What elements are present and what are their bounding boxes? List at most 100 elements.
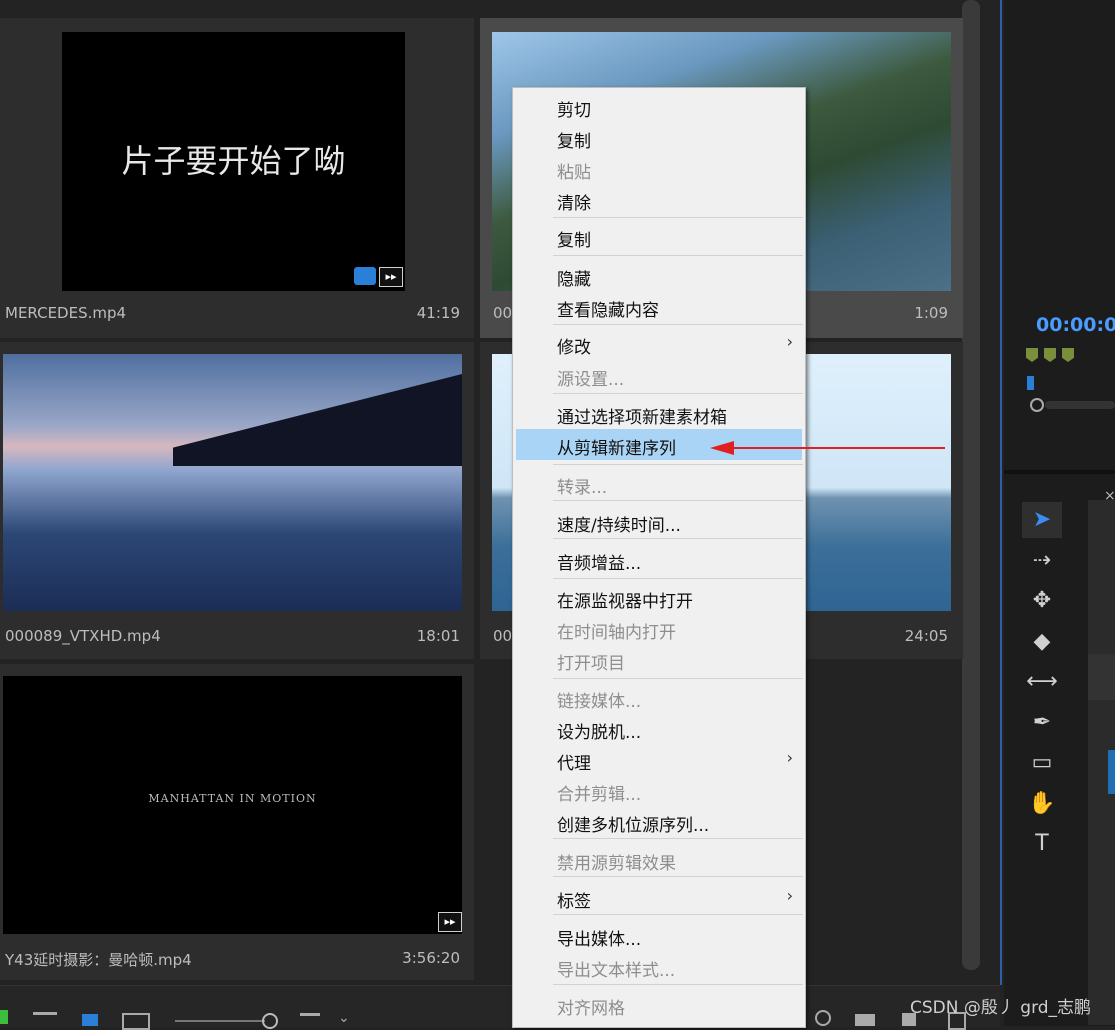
- hand-icon[interactable]: ✋: [1024, 787, 1060, 821]
- menu-separator: [553, 876, 803, 877]
- menu-separator: [553, 500, 803, 501]
- menu-separator: [553, 393, 803, 394]
- menu-item-25[interactable]: 导出媒体...: [513, 920, 805, 951]
- menu-item-label: 速度/持续时间...: [557, 516, 681, 536]
- clip-name: 000089_VTXHD.mp4: [5, 627, 161, 645]
- menu-item-19[interactable]: 设为脱机...: [513, 713, 805, 744]
- menu-item-label: 复制: [557, 231, 591, 251]
- scrubber-bar[interactable]: [1045, 401, 1115, 409]
- clip-thumbnail: MANHATTAN IN MOTION ▸▸: [3, 676, 462, 934]
- menu-item-7[interactable]: 查看隐藏内容: [513, 291, 805, 322]
- clip-name: MERCEDES.mp4: [5, 304, 127, 322]
- menu-item-label: 导出文本样式...: [557, 961, 676, 981]
- chevron-right-icon: ›: [786, 332, 793, 351]
- project-panel: 片子要开始了呦 ▸▸ MERCEDES.mp4 41:19 00 1:09 00…: [0, 0, 980, 985]
- menu-separator: [553, 538, 803, 539]
- rectangle-icon[interactable]: ▭: [1024, 746, 1060, 780]
- menu-item-8[interactable]: 修改 ›: [513, 328, 805, 359]
- clip-name: Y43延时摄影：曼哈顿.mp4: [5, 951, 192, 969]
- scrollbar[interactable]: [962, 0, 980, 970]
- menu-item-label: 创建多机位源序列...: [557, 816, 710, 836]
- menu-separator: [553, 324, 803, 325]
- menu-item-label: 复制: [557, 132, 591, 152]
- menu-item-22[interactable]: 创建多机位源序列...: [513, 806, 805, 837]
- clip-duration: 1:09: [914, 304, 948, 322]
- menu-item-label: 合并剪辑...: [557, 785, 642, 805]
- menu-item-label: 对齐网格: [557, 999, 625, 1019]
- menu-item-label: 通过选择项新建素材箱: [557, 408, 727, 428]
- razor-icon[interactable]: ◆: [1024, 625, 1060, 659]
- menu-item-1[interactable]: 剪切: [513, 91, 805, 122]
- ripple-edit-icon[interactable]: ✥: [1024, 584, 1060, 618]
- pen-icon[interactable]: ✒: [1024, 706, 1060, 740]
- menu-item-label: 打开项目: [557, 654, 625, 674]
- clip-tile-mercedes[interactable]: 片子要开始了呦 ▸▸ MERCEDES.mp4 41:19: [0, 18, 474, 338]
- timeline-track[interactable]: [1088, 654, 1115, 700]
- menu-item-label: 从剪辑新建序列: [557, 439, 676, 459]
- playhead-icon[interactable]: [1027, 376, 1034, 390]
- menu-item-23: 禁用源剪辑效果: [513, 844, 805, 875]
- menu-item-label: 在源监视器中打开: [557, 592, 693, 612]
- menu-item-label: 隐藏: [557, 270, 591, 290]
- sync-icon: [354, 267, 376, 285]
- menu-item-label: 代理: [557, 754, 591, 774]
- menu-item-13[interactable]: 速度/持续时间...: [513, 506, 805, 537]
- menu-item-9: 源设置...: [513, 360, 805, 391]
- clip-duration: 3:56:20: [402, 949, 460, 967]
- zoom-slider[interactable]: [175, 1020, 265, 1022]
- new-bin-icon[interactable]: [855, 1014, 875, 1026]
- menu-item-12: 转录...: [513, 468, 805, 499]
- menu-item-15[interactable]: 在源监视器中打开: [513, 582, 805, 613]
- menu-separator: [553, 464, 803, 465]
- clip-tile-manhattan[interactable]: MANHATTAN IN MOTION ▸▸ Y43延时摄影：曼哈顿.mp4 3…: [0, 664, 474, 980]
- menu-item-26: 导出文本样式...: [513, 951, 805, 982]
- menu-separator: [553, 255, 803, 256]
- menu-item-label: 链接媒体...: [557, 692, 642, 712]
- freeform-view-icon[interactable]: [122, 1013, 150, 1030]
- selection-tool-icon[interactable]: ➤: [1024, 503, 1060, 537]
- type-icon[interactable]: T: [1024, 827, 1060, 861]
- zoom-slider-handle[interactable]: [262, 1013, 278, 1029]
- menu-item-10[interactable]: 通过选择项新建素材箱: [513, 398, 805, 429]
- write-lock-icon[interactable]: [0, 1010, 8, 1024]
- menu-item-label: 粘贴: [557, 163, 591, 183]
- pier-shape: [173, 374, 462, 466]
- thumbnail-title-text: 片子要开始了呦: [121, 142, 346, 180]
- menu-item-4[interactable]: 清除: [513, 184, 805, 215]
- sort-icon[interactable]: [300, 1013, 320, 1026]
- menu-item-5[interactable]: 复制: [513, 221, 805, 252]
- audio-icon: ▸▸: [438, 912, 462, 932]
- menu-item-label: 标签: [557, 892, 591, 912]
- scrubber-handle[interactable]: [1030, 398, 1044, 412]
- list-view-icon[interactable]: [33, 1012, 57, 1029]
- menu-item-2[interactable]: 复制: [513, 122, 805, 153]
- icon-view-icon[interactable]: [82, 1014, 98, 1026]
- clip-name: 00: [493, 627, 513, 645]
- chevron-right-icon: ›: [786, 886, 793, 905]
- menu-item-14[interactable]: 音频增益...: [513, 544, 805, 575]
- slip-icon[interactable]: ⟷: [1024, 665, 1060, 699]
- playhead-timecode[interactable]: 00:00:00: [1036, 314, 1115, 336]
- menu-item-label: 修改: [557, 338, 591, 358]
- menu-item-label: 禁用源剪辑效果: [557, 854, 676, 874]
- track-select-icon[interactable]: ⇢: [1024, 544, 1060, 578]
- menu-separator: [553, 984, 803, 985]
- menu-item-21: 合并剪辑...: [513, 775, 805, 806]
- menu-item-6[interactable]: 隐藏: [513, 260, 805, 291]
- clip-duration: 41:19: [416, 304, 460, 322]
- annotation-arrow-icon: [710, 441, 945, 455]
- clip-duration: 24:05: [904, 627, 948, 645]
- menu-item-label: 导出媒体...: [557, 930, 642, 950]
- clip-duration: 18:01: [416, 627, 460, 645]
- panel-gap: [1004, 470, 1115, 474]
- menu-item-3: 粘贴: [513, 153, 805, 184]
- panel-divider[interactable]: [1000, 0, 1002, 985]
- menu-item-label: 查看隐藏内容: [557, 301, 659, 321]
- menu-item-20[interactable]: 代理 ›: [513, 744, 805, 775]
- menu-item-17: 打开项目: [513, 644, 805, 675]
- clip-tile-pier[interactable]: 000089_VTXHD.mp4 18:01: [0, 342, 474, 659]
- chevron-down-icon[interactable]: ⌄: [338, 1010, 350, 1026]
- timeline-clip[interactable]: [1108, 750, 1115, 794]
- menu-item-24[interactable]: 标签 ›: [513, 882, 805, 913]
- search-icon[interactable]: [815, 1010, 831, 1026]
